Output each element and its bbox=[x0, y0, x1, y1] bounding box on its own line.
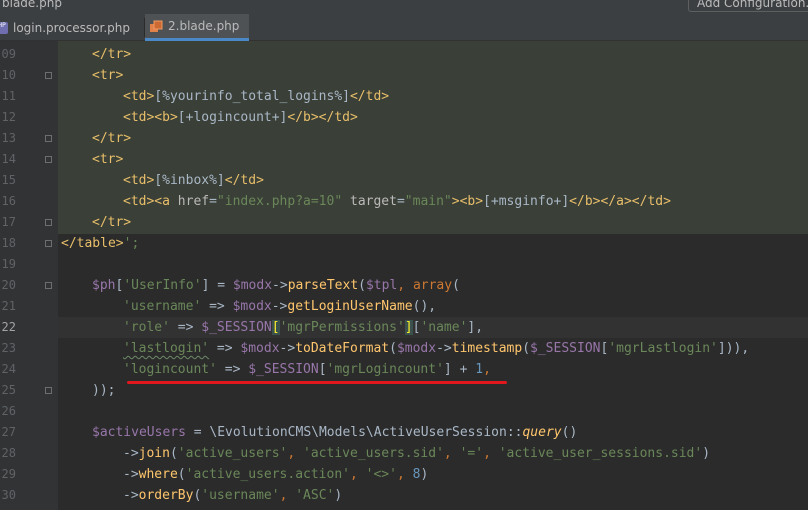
line-number: 15 bbox=[1, 173, 16, 187]
matched-bracket: ] bbox=[404, 320, 413, 335]
line-number: 30 bbox=[1, 488, 16, 502]
code-line: </tr> bbox=[92, 131, 132, 146]
line-number-current: 22 bbox=[1, 320, 16, 334]
line-number-gutter[interactable]: 09 10 11 12 13 14 15 16 17 18 19 20 21 2… bbox=[0, 41, 58, 510]
line-number: 21 bbox=[1, 299, 16, 313]
line-number: 18 bbox=[1, 236, 16, 250]
line-number: 10 bbox=[1, 68, 16, 82]
tab-blade-php[interactable]: 2.blade.php bbox=[145, 14, 249, 41]
line-number: 11 bbox=[1, 89, 16, 103]
code-line: <td><a href="index.php?a=10" target="mai… bbox=[123, 194, 671, 209]
line-number: 13 bbox=[1, 131, 16, 145]
line-number: 16 bbox=[1, 194, 16, 208]
line-number: 25 bbox=[1, 383, 16, 397]
code-line: <tr> bbox=[92, 68, 124, 83]
tab-login-processor[interactable]: PHP login.processor.php bbox=[0, 14, 144, 41]
code-line: 'lastlogin' => $modx->toDateFormat($modx… bbox=[123, 341, 750, 356]
line-number: 28 bbox=[1, 446, 16, 460]
code-line: )); bbox=[92, 383, 116, 398]
php-file-icon: PHP bbox=[0, 21, 8, 34]
line-number: 24 bbox=[1, 362, 16, 376]
fold-marker-icon[interactable] bbox=[45, 387, 52, 394]
code-line: ->orderBy('username', 'ASC') bbox=[123, 488, 343, 503]
line-number: 23 bbox=[1, 341, 16, 355]
code-line: $ph['UserInfo'] = $modx->parseText($tpl,… bbox=[92, 278, 460, 293]
code-line: 'logincount' => $_SESSION['mgrLogincount… bbox=[123, 362, 491, 377]
red-annotation-underline bbox=[127, 381, 507, 384]
code-line: <td><b>[+logincount+]</b></td> bbox=[123, 110, 358, 125]
code-line: </table>'; bbox=[61, 236, 140, 251]
line-number: 09 bbox=[1, 47, 16, 61]
tab-label: login.processor.php bbox=[13, 20, 130, 35]
window-title: blade.php bbox=[2, 0, 62, 10]
code-line: 'username' => $modx->getLoginUserName(), bbox=[123, 299, 437, 314]
fold-marker-icon[interactable] bbox=[45, 282, 52, 289]
line-number: 27 bbox=[1, 425, 16, 439]
editor-tab-bar: PHP login.processor.php 2.blade.php bbox=[0, 14, 808, 41]
fold-marker-icon[interactable] bbox=[45, 219, 52, 226]
code-line-current: 'role' => $_SESSION['mgrPermissions']['n… bbox=[123, 320, 484, 335]
line-number: 12 bbox=[1, 110, 16, 124]
fold-marker-icon[interactable] bbox=[45, 135, 52, 142]
add-configuration-button[interactable]: Add Configuration... bbox=[688, 0, 808, 12]
title-bar: blade.php Add Configuration... bbox=[0, 0, 808, 14]
line-number: 17 bbox=[1, 215, 16, 229]
fold-marker-icon[interactable] bbox=[45, 156, 52, 163]
code-line: ->where('active_users.action', '<>', 8) bbox=[123, 467, 429, 482]
line-number: 29 bbox=[1, 467, 16, 481]
line-number: 20 bbox=[1, 278, 16, 292]
blade-file-icon bbox=[149, 20, 163, 33]
fold-marker-icon[interactable] bbox=[45, 72, 52, 79]
tab-label: 2.blade.php bbox=[168, 19, 240, 33]
code-line: </tr> bbox=[92, 215, 132, 230]
line-number: 14 bbox=[1, 152, 16, 166]
code-line: $activeUsers = \EvolutionCMS\Models\Acti… bbox=[92, 425, 578, 440]
line-number: 26 bbox=[1, 404, 16, 418]
code-editor[interactable]: 09 10 11 12 13 14 15 16 17 18 19 20 21 2… bbox=[0, 41, 808, 510]
code-line: <td>[%inbox%]</td> bbox=[123, 173, 264, 188]
matched-bracket: [ bbox=[271, 320, 280, 335]
code-area[interactable]: </tr> <tr> <td>[%yourinfo_total_logins%]… bbox=[58, 41, 808, 510]
code-line: <tr> bbox=[92, 152, 124, 167]
code-line: </tr> bbox=[92, 47, 132, 62]
code-line: <td>[%yourinfo_total_logins%]</td> bbox=[123, 89, 390, 104]
fold-marker-icon[interactable] bbox=[45, 240, 52, 247]
line-number: 19 bbox=[1, 257, 16, 271]
code-line: ->join('active_users', 'active_users.sid… bbox=[123, 446, 711, 461]
